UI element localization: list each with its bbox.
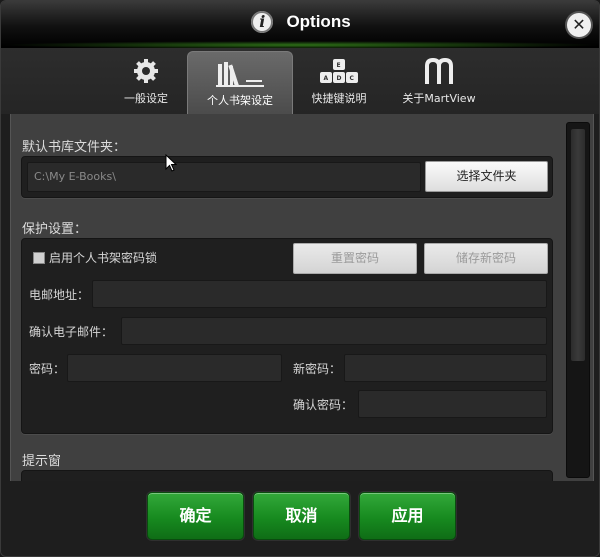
protection-settings-label: 保护设置： [22, 222, 88, 237]
close-button[interactable]: ✕ [567, 13, 591, 37]
tab-about[interactable]: 关于MartView [391, 50, 487, 112]
settings-content: 默认书库文件夹： C:\My E-Books\ 选择文件夹 保护设置： 启用个人… [10, 114, 594, 482]
martview-logo-icon [391, 56, 487, 86]
ok-button[interactable]: 确定 [147, 492, 244, 540]
tab-shortcuts[interactable]: E A D C 快捷键说明 [299, 50, 379, 112]
new-password-field[interactable] [344, 354, 547, 382]
reset-password-button[interactable]: 重置密码 [293, 243, 417, 274]
protection-panel: 启用个人书架密码锁 重置密码 储存新密码 电邮地址： 确认电子邮件： 密码： 新… [21, 238, 553, 434]
svg-text:A: A [324, 75, 329, 82]
keyboard-icon: E A D C [299, 56, 379, 86]
tab-bookshelf-label: 个人书架设定 [207, 94, 273, 107]
new-password-label: 新密码： [293, 362, 342, 376]
library-folder-label: 默认书库文件夹： [22, 140, 127, 155]
confirm-email-field[interactable] [121, 317, 547, 345]
password-lock-checkbox[interactable] [33, 252, 45, 264]
mouse-cursor-icon [165, 154, 177, 172]
save-new-password-button[interactable]: 储存新密码 [424, 243, 548, 274]
choose-folder-button[interactable]: 选择文件夹 [425, 161, 548, 192]
library-folder-panel: C:\My E-Books\ 选择文件夹 [21, 156, 553, 198]
dialog-footer: 确定 取消 应用 [1, 481, 599, 556]
svg-text:E: E [337, 62, 341, 69]
hint-window-label: 提示窗 [22, 454, 62, 469]
email-field[interactable] [92, 280, 547, 308]
confirm-email-label: 确认电子邮件： [29, 325, 114, 339]
tab-shortcuts-label: 快捷键说明 [311, 92, 367, 105]
password-lock-label: 启用个人书架密码锁 [49, 251, 158, 265]
title-bar: i Options ✕ [1, 1, 599, 49]
svg-text:D: D [337, 75, 342, 82]
cancel-button[interactable]: 取消 [253, 492, 350, 540]
email-label: 电邮地址： [29, 288, 90, 302]
close-icon: ✕ [572, 15, 586, 34]
bookshelf-icon [188, 58, 292, 88]
password-label: 密码： [29, 362, 66, 376]
tab-general-label: 一般设定 [124, 92, 168, 105]
tab-general[interactable]: 一般设定 [109, 50, 183, 112]
tab-bar: 一般设定 个人书架设定 E A D C 快捷键说明 关于MartView [1, 48, 599, 115]
window-title: Options [286, 12, 351, 31]
info-icon: i [251, 11, 274, 33]
password-field[interactable] [67, 354, 282, 382]
gear-icon [109, 56, 183, 86]
svg-text:C: C [350, 75, 355, 82]
scrollbar-thumb[interactable] [571, 129, 585, 361]
confirm-password-field[interactable] [358, 390, 547, 418]
scrollbar[interactable] [566, 122, 590, 478]
confirm-password-label: 确认密码： [293, 398, 354, 412]
tab-about-label: 关于MartView [402, 92, 476, 105]
tab-bookshelf[interactable]: 个人书架设定 [187, 51, 293, 115]
apply-button[interactable]: 应用 [359, 492, 456, 540]
options-dialog: i Options ✕ 一般设定 个人书架设定 E A D C 快捷键说明 关于… [0, 0, 600, 557]
library-path-field[interactable]: C:\My E-Books\ [27, 162, 421, 192]
